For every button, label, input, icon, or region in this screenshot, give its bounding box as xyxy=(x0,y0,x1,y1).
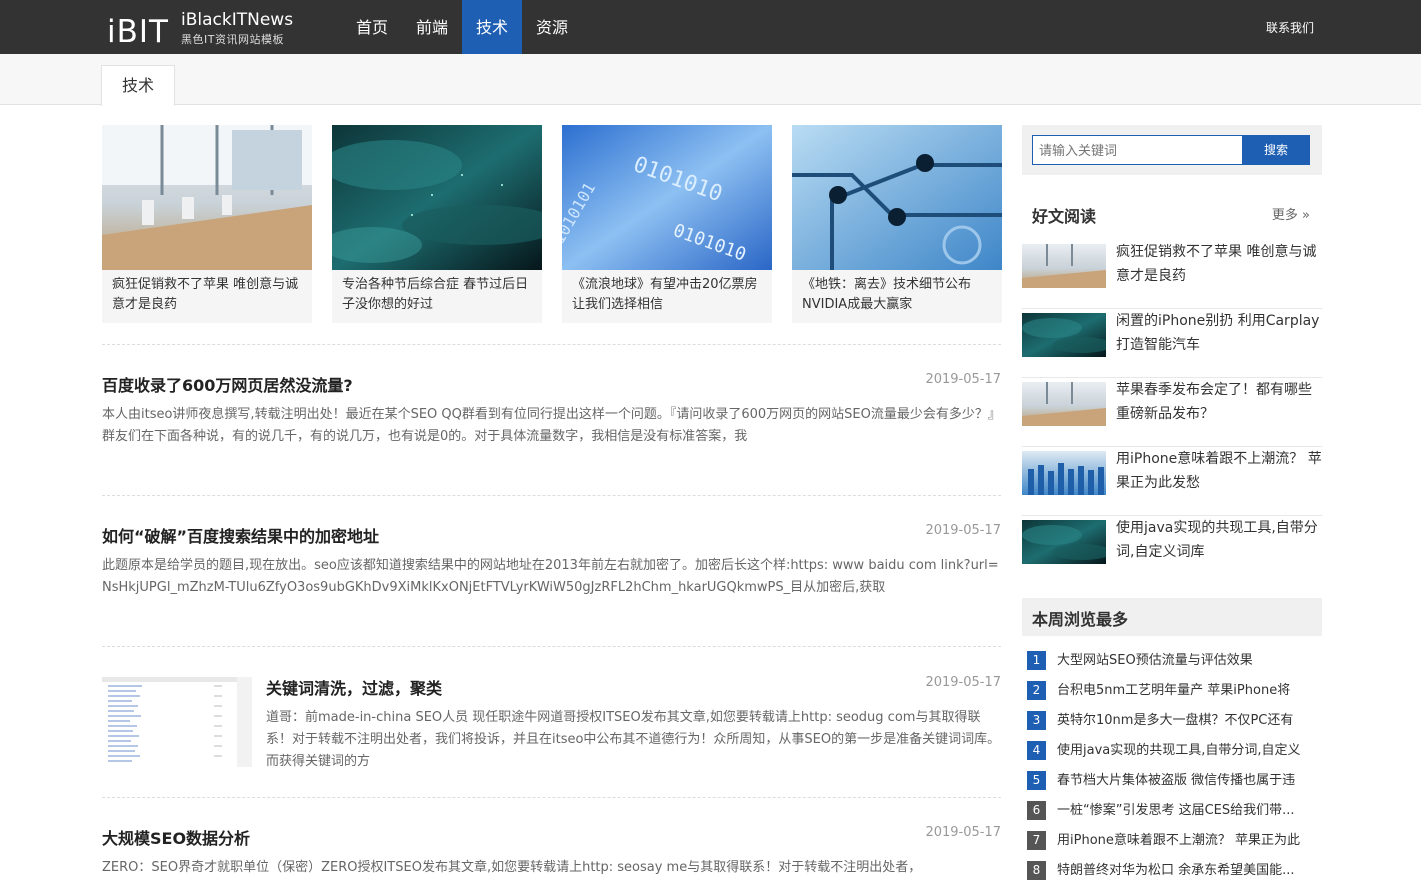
featured-caption: 疯狂促销救不了苹果 唯创意与诚意才是良药 xyxy=(112,277,299,312)
rank-title: 一桩“惨案”引发思考 这届CES给我们带... xyxy=(1057,803,1295,818)
rank-number: 6 xyxy=(1027,801,1046,820)
search-panel: 搜索 xyxy=(1022,125,1322,175)
article-excerpt: 此题原本是给学员的题目,现在放出。seo应该都知道搜索结果中的网站地址在2013… xyxy=(102,558,999,595)
good-read-item[interactable]: 疯狂促销救不了苹果 唯创意与诚意才是良药 xyxy=(1022,240,1322,309)
search-button[interactable]: 搜索 xyxy=(1242,135,1310,165)
rank-number: 8 xyxy=(1027,861,1046,880)
good-read-item[interactable]: 闲置的iPhone别扔 利用Carplay打造智能汽车 xyxy=(1022,309,1322,378)
teal-clouds-thumbnail xyxy=(1022,520,1106,564)
spreadsheet-thumbnail-image xyxy=(102,677,252,767)
featured-card[interactable]: 专治各种节后综合症 春节过后日子没你想的好过 xyxy=(332,125,542,323)
rank-item[interactable]: 8 特朗普终对华为松口 余承东希望美国能... xyxy=(1027,861,1322,884)
good-reads-title: 好文阅读 xyxy=(1032,207,1097,226)
rank-title: 春节档大片集体被盗版 微信传播也属于违 xyxy=(1057,773,1296,788)
article-item[interactable]: 如何“破解”百度搜索结果中的加密地址 2019-05-17 此题原本是给学员的题… xyxy=(102,523,1001,623)
featured-card[interactable]: 0101010 0101010 1010101 《流浪地球》有望冲击20亿票房 … xyxy=(562,125,772,323)
logo-subtitle: 黑色IT资讯网站模板 xyxy=(181,33,284,46)
featured-card[interactable]: 《地铁：离去》技术细节公布 NVIDIA成最大赢家 xyxy=(792,125,1002,323)
weekly-top-title: 本周浏览最多 xyxy=(1032,610,1129,629)
article-title[interactable]: 百度收录了600万网页居然没流量? xyxy=(102,372,353,396)
tab-tech[interactable]: 技术 xyxy=(101,65,175,106)
rank-number: 4 xyxy=(1027,741,1046,760)
article-excerpt: 道哥：前made-in-china SEO人员 现任职途牛网道哥授权ITSEO发… xyxy=(266,710,1001,769)
nav-item-resources[interactable]: 资源 xyxy=(522,0,582,54)
divider xyxy=(102,646,1001,647)
article-date: 2019-05-17 xyxy=(925,675,1001,690)
featured-card[interactable]: 疯狂促销救不了苹果 唯创意与诚意才是良药 xyxy=(102,125,312,323)
main-nav: 首页 前端 技术 资源 xyxy=(342,0,582,54)
search-input[interactable] xyxy=(1032,135,1243,165)
rank-title: 用iPhone意味着跟不上潮流？ 苹果正为此 xyxy=(1057,833,1301,848)
good-reads-header: 好文阅读 更多 » xyxy=(1022,195,1322,233)
article-date: 2019-05-17 xyxy=(925,825,1001,840)
meeting-room-thumbnail xyxy=(1022,382,1106,426)
weekly-top-header: 本周浏览最多 xyxy=(1022,598,1322,636)
crowd-photo-thumbnail xyxy=(1022,451,1106,495)
article-title[interactable]: 大规模SEO数据分析 xyxy=(102,825,250,849)
article-item[interactable]: 百度收录了600万网页居然没流量? 2019-05-17 本人由itseo讲师夜… xyxy=(102,372,1001,462)
good-read-item[interactable]: 用iPhone意味着跟不上潮流？ 苹果正为此发愁 xyxy=(1022,447,1322,516)
rank-item[interactable]: 7 用iPhone意味着跟不上潮流？ 苹果正为此 xyxy=(1027,831,1322,861)
good-read-item[interactable]: 使用java实现的共现工具,自带分词,自定义词库 xyxy=(1022,516,1322,585)
rank-title: 大型网站SEO预估流量与评估效果 xyxy=(1057,653,1253,668)
rank-number: 2 xyxy=(1027,681,1046,700)
article-date: 2019-05-17 xyxy=(925,523,1001,538)
contact-link[interactable]: 联系我们 xyxy=(1266,0,1314,54)
teal-clouds-photo xyxy=(332,125,542,270)
rank-number: 1 xyxy=(1027,651,1046,670)
article-title[interactable]: 关键词清洗，过滤，聚类 xyxy=(266,675,442,699)
good-read-title: 苹果春季发布会定了！都有哪些重磅新品发布？ xyxy=(1116,382,1312,422)
divider xyxy=(102,797,1001,798)
rank-number: 7 xyxy=(1027,831,1046,850)
article-date: 2019-05-17 xyxy=(925,372,1001,387)
article-excerpt: ZERO：SEO界奇才就职单位（保密）ZERO授权ITSEO发布其文章,如您要转… xyxy=(102,860,922,875)
nav-item-home[interactable]: 首页 xyxy=(342,0,402,54)
category-bar: 技术 xyxy=(0,54,1421,106)
rank-title: 特朗普终对华为松口 余承东希望美国能... xyxy=(1057,863,1295,878)
rank-title: 使用java实现的共现工具,自带分词,自定义 xyxy=(1057,743,1301,758)
rank-title: 台积电5nm工艺明年量产 苹果iPhone将 xyxy=(1057,683,1291,698)
rank-item[interactable]: 6 一桩“惨案”引发思考 这届CES给我们带... xyxy=(1027,801,1322,831)
rank-item[interactable]: 3 英特尔10nm是多大一盘棋？不仅PC还有 xyxy=(1027,711,1322,741)
rank-item[interactable]: 1 大型网站SEO预估流量与评估效果 xyxy=(1027,651,1322,681)
rank-number: 3 xyxy=(1027,711,1046,730)
divider xyxy=(102,495,1001,496)
logo-mark: iBIT xyxy=(107,14,169,50)
rank-item[interactable]: 2 台积电5nm工艺明年量产 苹果iPhone将 xyxy=(1027,681,1322,711)
meeting-room-photo xyxy=(102,125,312,270)
featured-grid: 疯狂促销救不了苹果 唯创意与诚意才是良药 专治各种节后综合症 春节过后日子没你想… xyxy=(102,125,1002,323)
nav-item-frontend[interactable]: 前端 xyxy=(402,0,462,54)
good-read-title: 使用java实现的共现工具,自带分词,自定义词库 xyxy=(1116,520,1318,560)
article-item[interactable]: 关键词清洗，过滤，聚类 2019-05-17 道哥：前made-in-china… xyxy=(102,675,1001,775)
article-excerpt: 本人由itseo讲师夜息撰写,转载注明出处！最近在某个SEO QQ群看到有位同行… xyxy=(102,407,1001,444)
good-read-title: 闲置的iPhone别扔 利用Carplay打造智能汽车 xyxy=(1116,313,1320,353)
article-item[interactable]: 大规模SEO数据分析 2019-05-17 ZERO：SEO界奇才就职单位（保密… xyxy=(102,825,1001,884)
circuit-board-photo xyxy=(792,125,1002,270)
more-link[interactable]: 更多 » xyxy=(1272,204,1310,223)
nav-item-tech[interactable]: 技术 xyxy=(462,0,523,54)
rank-number: 5 xyxy=(1027,771,1046,790)
binary-blue-photo: 0101010 0101010 1010101 xyxy=(562,125,772,270)
featured-caption: 《流浪地球》有望冲击20亿票房 让我们选择相信 xyxy=(572,277,758,312)
featured-caption: 《地铁：离去》技术细节公布 NVIDIA成最大赢家 xyxy=(802,277,972,312)
site-logo[interactable]: iBIT iBlackITNews 黑色IT资讯网站模板 xyxy=(107,6,307,50)
teal-clouds-thumbnail xyxy=(1022,313,1106,357)
logo-name: iBlackITNews xyxy=(181,10,294,30)
article-thumbnail[interactable] xyxy=(102,677,252,767)
good-read-title: 疯狂促销救不了苹果 唯创意与诚意才是良药 xyxy=(1116,244,1317,284)
rank-item[interactable]: 4 使用java实现的共现工具,自带分词,自定义 xyxy=(1027,741,1322,771)
meeting-room-thumbnail xyxy=(1022,244,1106,288)
divider xyxy=(102,344,1001,345)
good-read-item[interactable]: 苹果春季发布会定了！都有哪些重磅新品发布？ xyxy=(1022,378,1322,447)
top-navbar: iBIT iBlackITNews 黑色IT资讯网站模板 首页 前端 技术 资源… xyxy=(0,0,1421,54)
featured-caption: 专治各种节后综合症 春节过后日子没你想的好过 xyxy=(342,277,529,312)
rank-title: 英特尔10nm是多大一盘棋？不仅PC还有 xyxy=(1057,713,1294,728)
rank-item[interactable]: 5 春节档大片集体被盗版 微信传播也属于违 xyxy=(1027,771,1322,801)
good-read-title: 用iPhone意味着跟不上潮流？ 苹果正为此发愁 xyxy=(1116,451,1322,491)
article-title[interactable]: 如何“破解”百度搜索结果中的加密地址 xyxy=(102,523,379,547)
